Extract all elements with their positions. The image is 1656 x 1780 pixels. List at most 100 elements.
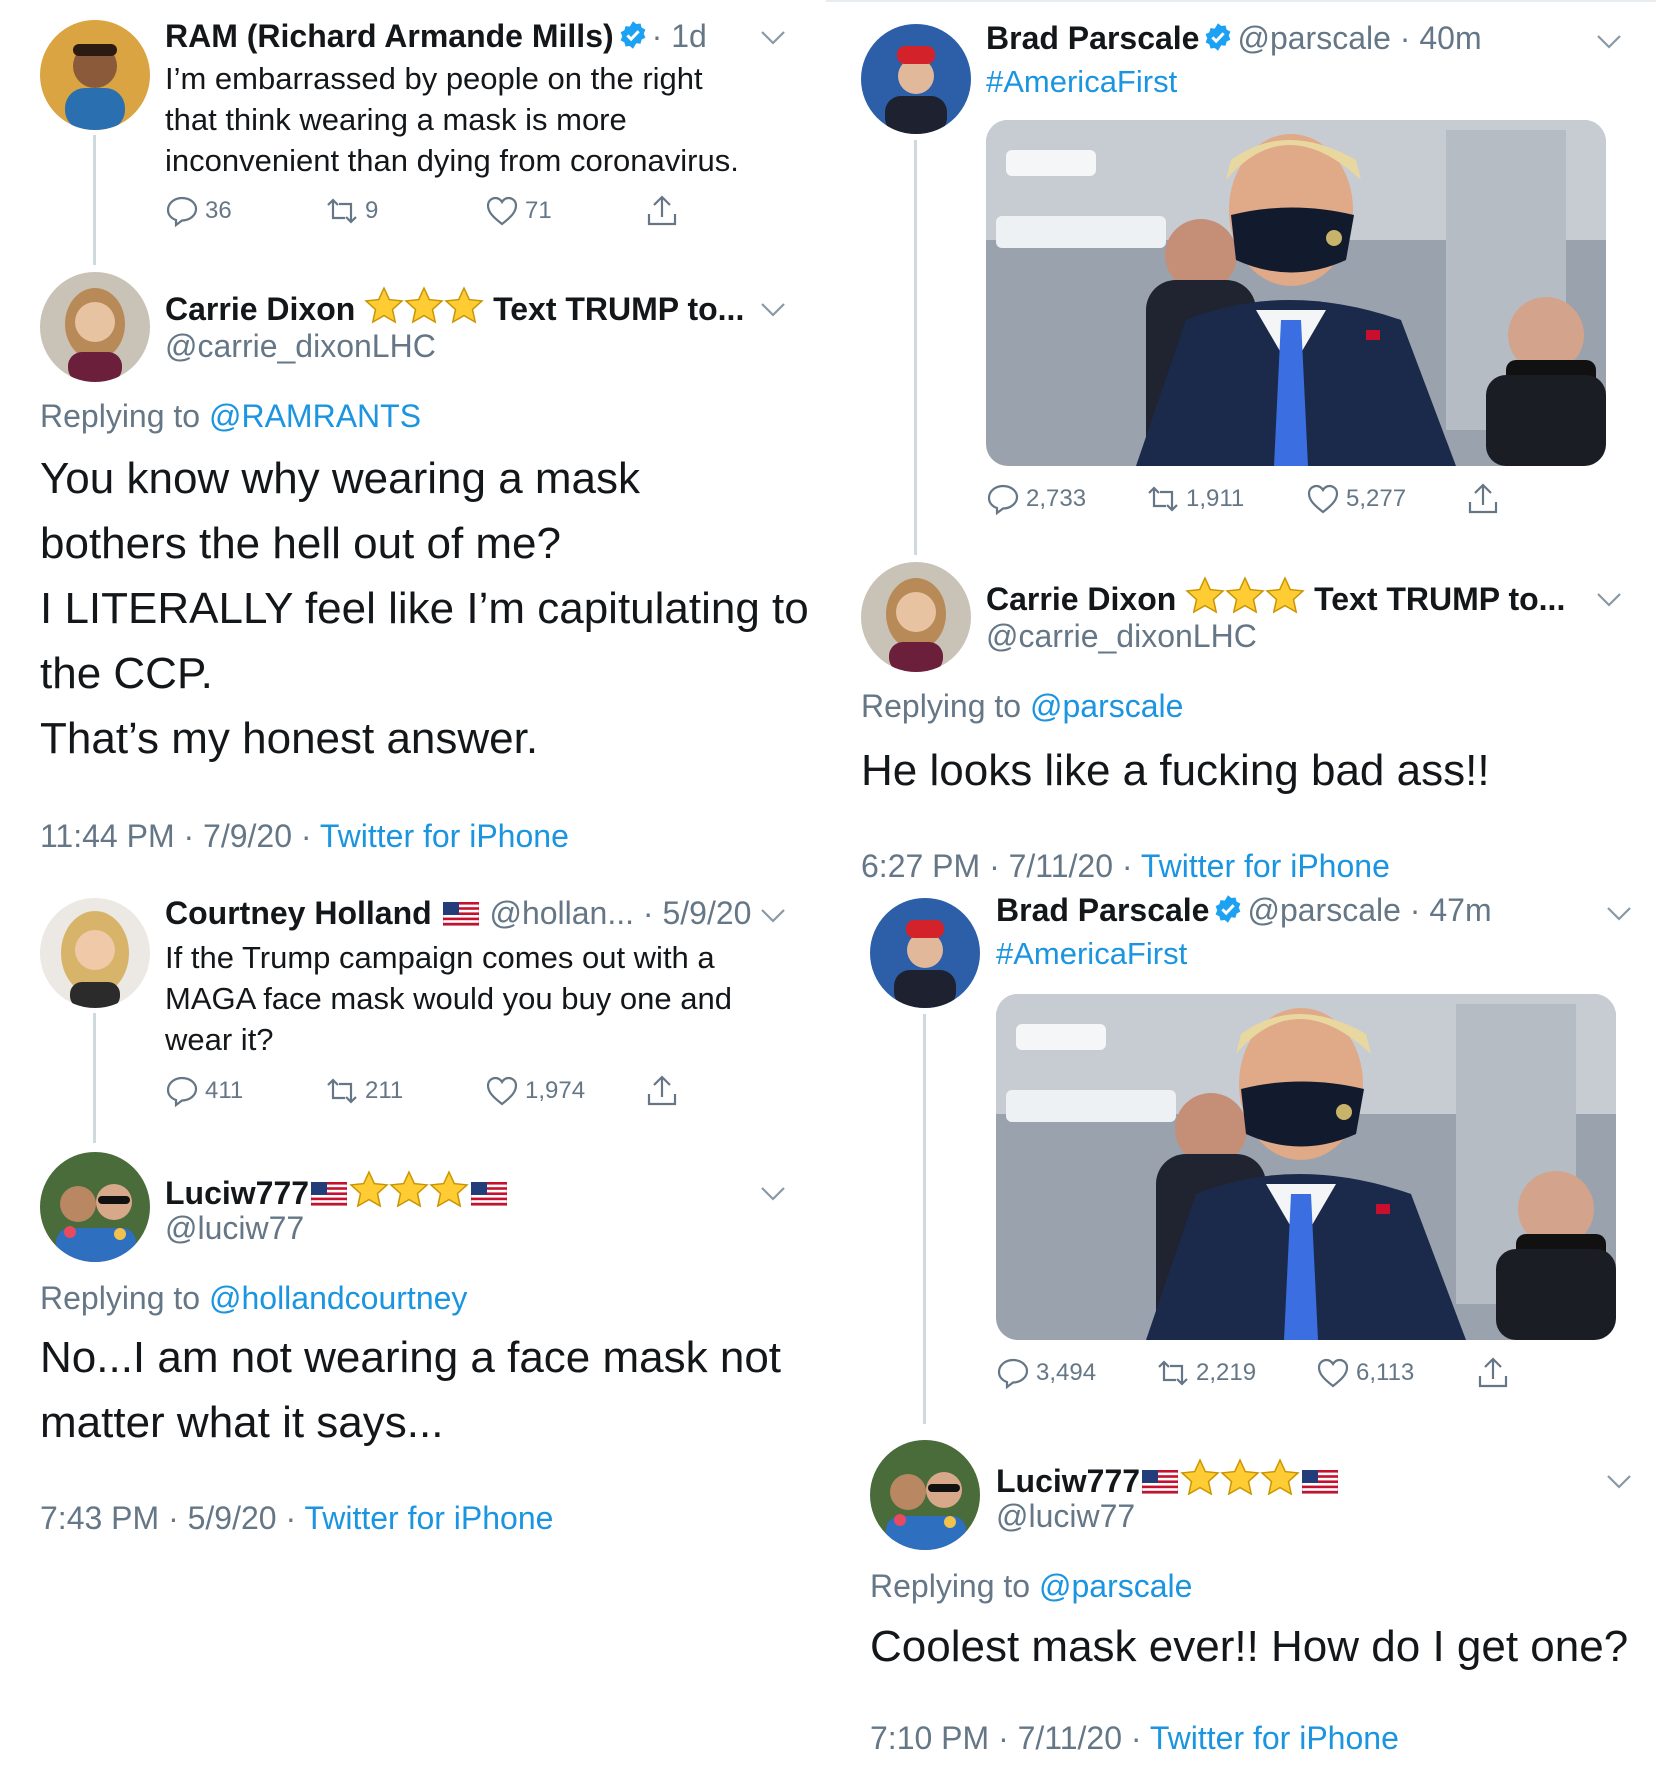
verified-badge-icon (1213, 894, 1243, 924)
tweet-text-line: that think wearing a mask is more (165, 102, 627, 137)
share-button[interactable] (1476, 1356, 1510, 1390)
tweet-body: Coolest mask ever!! How do I get one? (870, 1614, 1656, 1679)
share-icon (1466, 482, 1500, 516)
avatar-luciw777[interactable] (40, 1152, 150, 1262)
reply-button[interactable]: 411 (165, 1074, 243, 1108)
reply-button[interactable]: 36 (165, 194, 232, 228)
display-name[interactable]: Brad Parscale (986, 20, 1199, 56)
left-screenshot: RAM (Richard Armande Mills) · 1d I’m emba… (0, 0, 820, 1780)
source-link[interactable]: Twitter for iPhone (304, 1500, 553, 1536)
reply-icon (165, 194, 199, 228)
like-count: 6,113 (1356, 1359, 1415, 1386)
avatar-carrie-dixon[interactable] (40, 272, 150, 382)
tweet-text-line: If the Trump campaign comes out with a (165, 940, 715, 975)
tweet-photo[interactable] (996, 994, 1616, 1340)
avatar-luciw777[interactable] (870, 1440, 980, 1550)
reply-icon (996, 1356, 1030, 1390)
tweet-text-line: inconvenient than dying from coronavirus… (165, 143, 739, 178)
reply-button[interactable]: 3,494 (996, 1356, 1096, 1390)
display-name[interactable]: Brad Parscale (996, 892, 1209, 928)
hashtag-link[interactable]: #AmericaFirst (996, 936, 1187, 972)
share-button[interactable] (645, 194, 679, 228)
replying-to-link[interactable]: @parscale (1039, 1568, 1192, 1604)
star-icon (1180, 1458, 1220, 1498)
user-handle[interactable]: @luciw77 (165, 1210, 304, 1247)
tweet-header: Courtney Holland @hollan... · 5/9/20 (165, 893, 751, 933)
source-link[interactable]: Twitter for iPhone (1141, 848, 1390, 884)
chevron-down-icon[interactable] (760, 28, 786, 48)
tweet-timestamp: 7:43 PM · 5/9/20 · Twitter for iPhone (40, 1500, 553, 1537)
replying-to-link[interactable]: @RAMRANTS (209, 398, 421, 434)
tweet-age: · 1d (651, 18, 707, 54)
share-button[interactable] (645, 1074, 679, 1108)
share-icon (645, 1074, 679, 1108)
replying-to-link[interactable]: @parscale (1030, 688, 1183, 724)
like-count: 1,974 (525, 1077, 586, 1104)
thread-line (914, 140, 917, 555)
user-handle[interactable]: @luciw77 (996, 1498, 1135, 1535)
tweet-actions: 411 211 1,974 (165, 1074, 685, 1114)
retweet-count: 9 (365, 197, 379, 224)
like-button[interactable]: 6,113 (1316, 1356, 1414, 1390)
retweet-button[interactable]: 2,219 (1156, 1356, 1256, 1390)
star-icon (389, 1170, 429, 1210)
like-count: 71 (525, 197, 552, 224)
thread-line (93, 1013, 96, 1143)
chevron-down-icon[interactable] (1596, 32, 1622, 52)
tweet-body-line: Coolest mask ever!! How do I get one? (870, 1622, 1629, 1671)
display-name[interactable]: Luciw777 (165, 1175, 309, 1211)
retweet-button[interactable]: 1,911 (1146, 482, 1244, 516)
avatar-ram[interactable] (40, 20, 150, 130)
reply-icon (165, 1074, 199, 1108)
replying-to-label: Replying to (861, 688, 1022, 724)
user-handle[interactable]: @carrie_dixonLHC (165, 328, 436, 365)
retweet-button[interactable]: 211 (325, 1074, 403, 1108)
tweet-timestamp: 7:10 PM · 7/11/20 · Twitter for iPhone (870, 1720, 1399, 1757)
star-icon (1185, 576, 1225, 616)
avatar-brad-parscale[interactable] (861, 24, 971, 134)
display-name[interactable]: RAM (Richard Armande Mills) (165, 18, 614, 54)
source-link[interactable]: Twitter for iPhone (320, 818, 569, 854)
display-name[interactable]: Carrie Dixon (165, 291, 355, 327)
chevron-down-icon[interactable] (760, 1184, 786, 1204)
share-button[interactable] (1466, 482, 1500, 516)
replying-to: Replying to @hollandcourtney (40, 1280, 467, 1317)
tweet-actions: 3,494 2,219 6,113 (996, 1356, 1516, 1396)
thread-line (93, 135, 96, 265)
tweet-body-line: You know why wearing a mask (40, 454, 641, 503)
display-name[interactable]: Carrie Dixon (986, 581, 1176, 617)
tweet-photo[interactable] (986, 120, 1606, 466)
handle-and-age: @parscale · 40m (1237, 20, 1482, 56)
user-handle[interactable]: @carrie_dixonLHC (986, 618, 1257, 655)
tweet-header: Brad Parscale @parscale · 47m (996, 890, 1492, 930)
reply-button[interactable]: 2,733 (986, 482, 1086, 516)
replying-to-link[interactable]: @hollandcourtney (209, 1280, 467, 1316)
timestamp: 7:43 PM · 5/9/20 · (40, 1500, 297, 1536)
us-flag-icon (311, 1182, 347, 1206)
chevron-down-icon[interactable] (1606, 904, 1632, 924)
display-name[interactable]: Courtney Holland (165, 895, 432, 931)
tweet-header: Carrie Dixon Text TRUMP to... (165, 286, 744, 329)
chevron-down-icon[interactable] (1606, 1472, 1632, 1492)
avatar-courtney-holland[interactable] (40, 898, 150, 1008)
like-button[interactable]: 1,974 (485, 1074, 585, 1108)
source-link[interactable]: Twitter for iPhone (1150, 1720, 1399, 1756)
tweet-body: You know why wearing a mask bothers the … (40, 446, 810, 771)
handle-and-age: @parscale · 47m (1247, 892, 1492, 928)
like-button[interactable]: 71 (485, 194, 552, 228)
retweet-button[interactable]: 9 (325, 194, 378, 228)
reply-count: 411 (205, 1077, 244, 1104)
tweet-timestamp: 11:44 PM · 7/9/20 · Twitter for iPhone (40, 818, 569, 855)
display-name[interactable]: Luciw777 (996, 1463, 1140, 1499)
avatar-carrie-dixon[interactable] (861, 562, 971, 672)
avatar-brad-parscale[interactable] (870, 898, 980, 1008)
share-icon (645, 194, 679, 228)
replying-to: Replying to @parscale (861, 688, 1183, 725)
chevron-down-icon[interactable] (760, 300, 786, 320)
chevron-down-icon[interactable] (760, 906, 786, 926)
chevron-down-icon[interactable] (1596, 590, 1622, 610)
replying-to-label: Replying to (40, 1280, 201, 1316)
star-icon (364, 286, 404, 326)
hashtag-link[interactable]: #AmericaFirst (986, 64, 1177, 100)
like-button[interactable]: 5,277 (1306, 482, 1406, 516)
